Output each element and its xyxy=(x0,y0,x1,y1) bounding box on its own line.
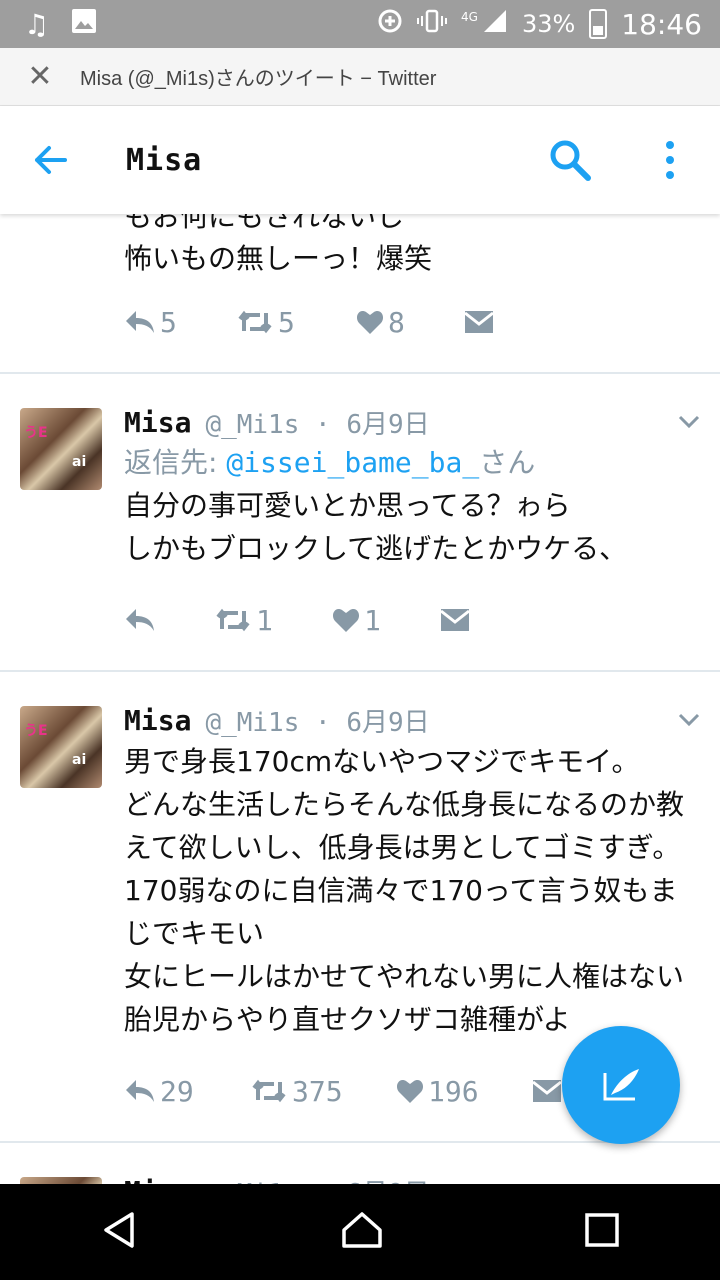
reply-context: 返信先: @issei_bame_ba_さん xyxy=(124,446,536,479)
retweet-button[interactable]: 1 xyxy=(214,604,332,637)
reply-button[interactable]: 5 xyxy=(124,306,236,339)
like-button[interactable]: 8 xyxy=(356,306,464,339)
like-button[interactable]: 1 xyxy=(332,604,440,637)
direct-message-button[interactable] xyxy=(464,310,494,334)
vibrate-icon xyxy=(417,8,448,40)
chevron-down-icon[interactable] xyxy=(678,712,700,731)
status-bar: ♫ 4G 33% 18:46 xyxy=(0,0,720,48)
like-button[interactable]: 196 xyxy=(396,1075,532,1108)
battery-icon xyxy=(589,9,608,39)
clock: 18:46 xyxy=(621,7,702,41)
close-icon[interactable]: ✕ xyxy=(0,59,80,94)
page-title: Misa (@_Mi1s)さんのツイート − Twitter xyxy=(80,68,437,90)
avatar[interactable] xyxy=(20,1177,102,1184)
retweet-button[interactable]: 375 xyxy=(250,1075,396,1108)
compose-tweet-button[interactable] xyxy=(562,1026,680,1144)
custom-tab-bar: ✕ Misa (@_Mi1s)さんのツイート − Twitter xyxy=(0,48,720,106)
home-icon[interactable] xyxy=(340,1210,384,1254)
data-saver-icon xyxy=(377,8,403,40)
profile-title: Misa xyxy=(126,142,203,178)
avatar[interactable]: うE ai xyxy=(20,706,102,788)
tweet-author-name[interactable]: Misa xyxy=(124,406,191,439)
app-bar: Misa xyxy=(0,106,720,214)
retweet-button[interactable]: 5 xyxy=(236,306,356,339)
reply-button[interactable]: 29 xyxy=(124,1075,250,1108)
tweet-partial[interactable]: もお何にもされないし 怖いもの無しーっ！爆笑 5 5 8 xyxy=(0,214,720,374)
image-icon xyxy=(71,8,97,41)
network-type: 4G xyxy=(461,10,478,24)
more-options-icon[interactable] xyxy=(650,140,690,180)
tweet-author-name[interactable]: Misa xyxy=(124,704,191,737)
avatar[interactable]: うE ai xyxy=(20,408,102,490)
tweet-actions: 1 1 xyxy=(0,600,720,640)
tweet-item[interactable]: Misa @_Mi1s · 6月9日 xyxy=(0,1143,720,1184)
reply-handle-link[interactable]: @issei_bame_ba_ xyxy=(226,446,479,479)
music-icon: ♫ xyxy=(24,7,50,41)
tweet-author-name[interactable]: Misa xyxy=(124,1175,191,1185)
tweet-text: もお何にもされないし 怖いもの無しーっ！爆笑 xyxy=(124,214,433,275)
tweet-handle-date: @_Mi1s · 6月9日 xyxy=(205,707,430,738)
direct-message-button[interactable] xyxy=(532,1079,562,1103)
tweet-text: 自分の事可愛いとか思ってる？ゎら しかもブロックして逃げたとかウケる、 xyxy=(124,489,628,565)
recents-icon[interactable] xyxy=(584,1212,620,1252)
reply-button[interactable] xyxy=(124,607,214,633)
direct-message-button[interactable] xyxy=(440,608,470,632)
chevron-down-icon[interactable] xyxy=(678,414,700,433)
back-arrow-icon[interactable] xyxy=(0,145,100,175)
battery-level: 33% xyxy=(521,10,576,38)
compose-icon xyxy=(603,1069,639,1101)
back-icon[interactable] xyxy=(100,1210,140,1254)
signal-icon xyxy=(482,8,508,40)
tweet-handle-date: @_Mi1s · 6月9日 xyxy=(205,1173,429,1185)
search-icon[interactable] xyxy=(540,138,600,182)
tweet-handle-date: @_Mi1s · 6月9日 xyxy=(205,409,430,440)
tweet-text: 男で身長170cmないやつマジでキモイ。 どんな生活したらそんな低身長になるのか… xyxy=(124,745,685,1036)
tweet-actions: 5 5 8 xyxy=(0,302,720,342)
tweet-item[interactable]: うE ai Misa @_Mi1s · 6月9日 返信先: @issei_bame… xyxy=(0,374,720,672)
system-nav-bar xyxy=(0,1184,720,1280)
